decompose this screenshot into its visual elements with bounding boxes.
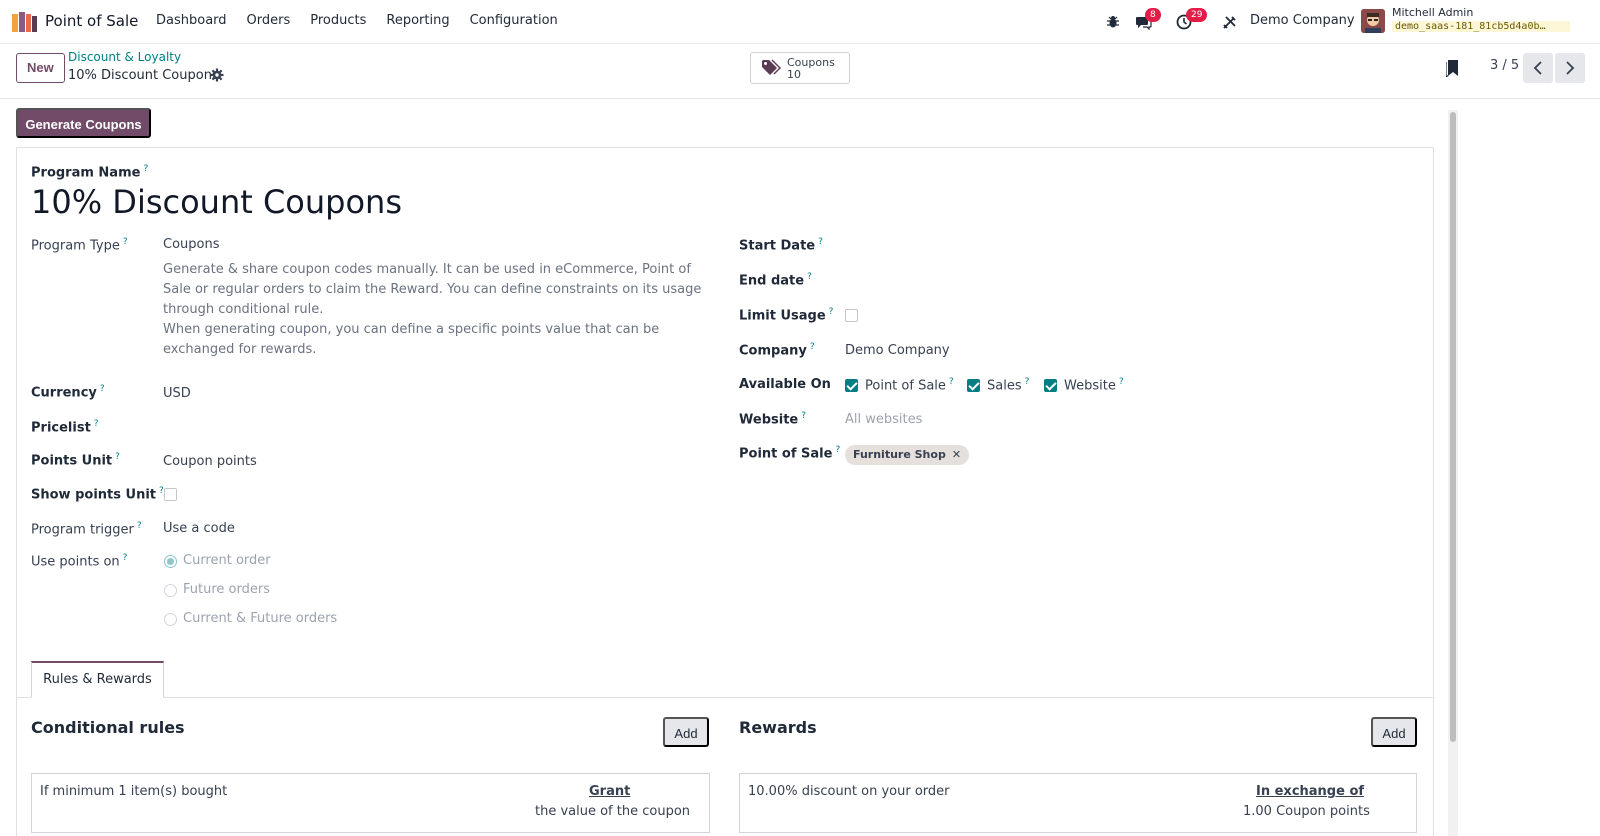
database-name: demo_saas-181_81cb5d4a0b… <box>1392 21 1570 32</box>
radio-future-orders[interactable] <box>164 584 177 597</box>
available-pos-checkbox[interactable] <box>845 379 858 392</box>
rule-card-text: If minimum 1 item(s) bought <box>40 784 228 799</box>
grant-label: Grant <box>589 784 631 799</box>
radio-current-future-orders[interactable] <box>164 613 177 626</box>
company-label: Company? <box>739 342 815 359</box>
show-points-unit-checkbox[interactable] <box>164 488 177 501</box>
remove-tag-icon[interactable]: ✕ <box>952 448 961 461</box>
user-name[interactable]: Mitchell Admin <box>1392 6 1473 19</box>
radio-current-order[interactable] <box>164 555 177 568</box>
chevron-right-icon <box>1566 61 1575 75</box>
pager-next-button[interactable] <box>1555 53 1585 83</box>
tools-icon[interactable] <box>1219 12 1239 32</box>
activities-clock-icon[interactable]: 29 <box>1174 8 1208 32</box>
pager-previous-button[interactable] <box>1523 53 1553 83</box>
radio-current-future-orders-label[interactable]: Current & Future orders <box>183 611 337 626</box>
use-points-on-label: Use points on? <box>31 553 128 570</box>
currency-field[interactable]: USD <box>163 386 191 401</box>
menu-configuration[interactable]: Configuration <box>470 13 558 28</box>
program-trigger-label: Program trigger? <box>31 521 142 538</box>
gear-icon[interactable] <box>210 68 226 84</box>
tabs-divider <box>16 697 1434 698</box>
control-panel: New Discount & Loyalty 10% Discount Coup… <box>0 44 1600 99</box>
menu-products[interactable]: Products <box>310 13 366 28</box>
end-date-label: End date? <box>739 272 812 289</box>
available-sales-label: Sales? <box>987 377 1030 394</box>
tags-icon <box>761 59 781 77</box>
program-trigger-field[interactable]: Use a code <box>163 521 235 536</box>
generate-coupons-button[interactable]: Generate Coupons <box>16 108 151 138</box>
points-unit-label: Points Unit? <box>31 452 120 469</box>
program-name-label: Program Name? <box>31 164 149 181</box>
pricelist-field[interactable] <box>163 419 703 437</box>
tab-rules-rewards[interactable]: Rules & Rewards <box>31 661 164 698</box>
new-button[interactable]: New <box>16 53 65 83</box>
available-sales-checkbox[interactable] <box>967 379 980 392</box>
program-type-label: Program Type? <box>31 237 128 254</box>
show-points-unit-label: Show points Unit? <box>31 486 164 503</box>
radio-future-orders-label[interactable]: Future orders <box>183 582 270 597</box>
limit-usage-label: Limit Usage? <box>739 307 834 324</box>
chevron-left-icon <box>1533 61 1542 75</box>
exchange-label: In exchange of <box>1256 784 1365 799</box>
menu-reporting[interactable]: Reporting <box>386 13 449 28</box>
program-type-field[interactable]: Coupons <box>163 237 220 252</box>
grant-value: the value of the coupon <box>535 804 691 819</box>
start-date-label: Start Date? <box>739 237 823 254</box>
available-website-checkbox[interactable] <box>1044 379 1057 392</box>
pricelist-label: Pricelist? <box>31 419 99 436</box>
scrollbar-thumb[interactable] <box>1450 112 1456 742</box>
main-menu: Dashboard Orders Products Reporting Conf… <box>156 13 578 28</box>
available-on-label: Available On <box>739 377 831 392</box>
top-navbar: Point of Sale Dashboard Orders Products … <box>0 0 1600 44</box>
debug-bug-icon[interactable] <box>1103 12 1123 32</box>
user-avatar[interactable] <box>1361 9 1385 33</box>
end-date-field[interactable] <box>845 272 1405 290</box>
bookmark-icon[interactable] <box>1445 59 1460 79</box>
program-name-field[interactable]: 10% Discount Coupons <box>31 183 402 221</box>
pos-tag-furniture-shop[interactable]: Furniture Shop ✕ <box>845 445 970 465</box>
coupons-smart-count: 10 <box>787 68 801 81</box>
program-type-description: Generate & share coupon codes manually. … <box>163 262 702 357</box>
menu-dashboard[interactable]: Dashboard <box>156 13 227 28</box>
app-name[interactable]: Point of Sale <box>45 12 138 30</box>
reward-card-text: 10.00% discount on your order <box>748 784 950 799</box>
rule-card[interactable] <box>31 773 710 833</box>
breadcrumb-parent[interactable]: Discount & Loyalty <box>68 50 181 64</box>
limit-usage-checkbox[interactable] <box>845 309 858 322</box>
website-field[interactable]: All websites <box>845 412 922 427</box>
exchange-value: 1.00 Coupon points <box>1243 804 1370 819</box>
available-website-label: Website? <box>1064 377 1124 394</box>
breadcrumb-current: 10% Discount Coupons <box>68 68 219 83</box>
app-logo-icon[interactable] <box>12 12 38 32</box>
reward-card[interactable] <box>739 773 1417 833</box>
points-unit-field[interactable]: Coupon points <box>163 454 257 469</box>
rewards-title: Rewards <box>739 718 817 737</box>
start-date-field[interactable] <box>845 237 1405 255</box>
messages-count-badge: 8 <box>1145 8 1161 22</box>
menu-orders[interactable]: Orders <box>247 13 291 28</box>
website-label: Website? <box>739 411 807 428</box>
messages-icon[interactable]: 8 <box>1133 8 1161 32</box>
activities-count-badge: 29 <box>1186 8 1208 22</box>
available-pos-label: Point of Sale? <box>865 377 954 394</box>
company-field[interactable]: Demo Company <box>845 343 950 358</box>
currency-label: Currency? <box>31 384 105 401</box>
company-switcher[interactable]: Demo Company <box>1250 13 1355 28</box>
pager-value[interactable]: 3 / 5 <box>1490 58 1519 73</box>
conditional-rules-title: Conditional rules <box>31 718 185 737</box>
radio-current-order-label[interactable]: Current order <box>183 553 271 568</box>
pos-label: Point of Sale? <box>739 445 841 462</box>
coupons-smart-button[interactable]: Coupons 10 <box>750 52 850 84</box>
add-reward-button[interactable]: Add <box>1371 717 1417 747</box>
add-rule-button[interactable]: Add <box>663 717 709 747</box>
pos-tag-text: Furniture Shop <box>853 448 946 461</box>
